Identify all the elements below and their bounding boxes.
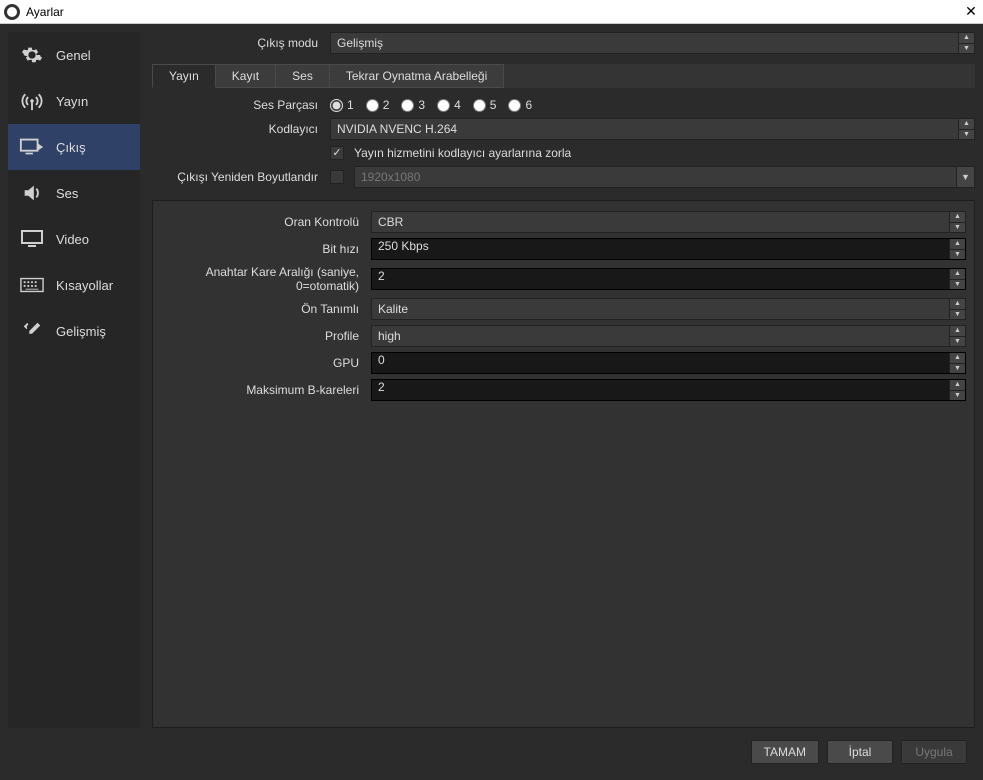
footer: TAMAM İptal Uygula <box>0 736 983 780</box>
audio-track-radios: 1 2 3 4 5 6 <box>330 98 532 112</box>
sidebar-item-stream[interactable]: Yayın <box>8 78 140 124</box>
output-icon <box>18 135 46 159</box>
rescale-checkbox[interactable] <box>330 170 344 184</box>
ok-button[interactable]: TAMAM <box>751 740 819 764</box>
audio-track-3[interactable]: 3 <box>401 98 425 112</box>
preset-label: Ön Tanımlı <box>161 302 365 316</box>
bframes-input[interactable]: 2 ▲▼ <box>371 379 966 401</box>
keyboard-icon <box>18 273 46 297</box>
audio-track-4[interactable]: 4 <box>437 98 461 112</box>
rescale-label: Çıkışı Yeniden Boyutlandır <box>152 170 324 184</box>
sidebar-item-video[interactable]: Video <box>8 216 140 262</box>
sidebar-item-audio[interactable]: Ses <box>8 170 140 216</box>
monitor-icon <box>18 227 46 251</box>
sidebar-item-label: Genel <box>56 48 91 63</box>
gpu-label: GPU <box>161 356 365 370</box>
speaker-icon <box>18 181 46 205</box>
sidebar-item-general[interactable]: Genel <box>8 32 140 78</box>
tab-record[interactable]: Kayıt <box>216 64 276 88</box>
profile-label: Profile <box>161 329 365 343</box>
encoder-value: NVIDIA NVENC H.264 <box>337 122 457 136</box>
profile-select[interactable]: high ▲▼ <box>371 325 966 347</box>
gpu-input[interactable]: 0 ▲▼ <box>371 352 966 374</box>
keyframe-label: Anahtar Kare Aralığı (saniye, 0=otomatik… <box>161 265 365 293</box>
tab-replay-buffer[interactable]: Tekrar Oynatma Arabelleği <box>330 64 504 88</box>
encoder-label: Kodlayıcı <box>152 122 324 136</box>
sidebar-item-label: Yayın <box>56 94 88 109</box>
rescale-select: 1920x1080 ▼ <box>354 166 975 188</box>
preset-select[interactable]: Kalite ▲▼ <box>371 298 966 320</box>
bitrate-label: Bit hızı <box>161 242 365 256</box>
encoder-select[interactable]: NVIDIA NVENC H.264 ▲▼ <box>330 118 975 140</box>
audio-track-label: Ses Parçası <box>152 98 324 112</box>
sidebar-item-advanced[interactable]: Gelişmiş <box>8 308 140 354</box>
keyframe-input[interactable]: 2 ▲▼ <box>371 268 966 290</box>
bframes-label: Maksimum B-kareleri <box>161 383 365 397</box>
gear-icon <box>18 43 46 67</box>
bitrate-input[interactable]: 250 Kbps ▲▼ <box>371 238 966 260</box>
sidebar-item-output[interactable]: Çıkış <box>8 124 140 170</box>
app-icon <box>4 4 20 20</box>
audio-track-6[interactable]: 6 <box>508 98 532 112</box>
close-icon[interactable]: ✕ <box>963 4 979 20</box>
select-spinner[interactable]: ▲▼ <box>958 33 974 53</box>
antenna-icon <box>18 89 46 113</box>
output-mode-value: Gelişmiş <box>337 36 383 50</box>
select-spinner[interactable]: ▲▼ <box>958 119 974 139</box>
tabs: Yayın Kayıt Ses Tekrar Oynatma Arabelleğ… <box>152 64 975 88</box>
titlebar: Ayarlar ✕ <box>0 0 983 24</box>
cancel-button[interactable]: İptal <box>827 740 893 764</box>
sidebar-item-label: Video <box>56 232 89 247</box>
enforce-label: Yayın hizmetini kodlayıcı ayarlarına zor… <box>354 146 571 160</box>
sidebar-item-label: Kısayollar <box>56 278 113 293</box>
rescale-value: 1920x1080 <box>361 170 420 184</box>
sidebar-item-label: Çıkış <box>56 140 86 155</box>
window-title: Ayarlar <box>26 5 963 19</box>
apply-button: Uygula <box>901 740 967 764</box>
enforce-checkbox[interactable] <box>330 146 344 160</box>
rate-control-select[interactable]: CBR ▲▼ <box>371 211 966 233</box>
sidebar-item-label: Gelişmiş <box>56 324 106 339</box>
tab-stream[interactable]: Yayın <box>152 64 216 88</box>
audio-track-2[interactable]: 2 <box>366 98 390 112</box>
sidebar-item-hotkeys[interactable]: Kısayollar <box>8 262 140 308</box>
audio-track-1[interactable]: 1 <box>330 98 354 112</box>
encoder-panel: Oran Kontrolü CBR ▲▼ Bit hızı 250 Kbps ▲… <box>152 200 975 728</box>
content: Çıkış modu Gelişmiş ▲▼ Yayın Kayıt Ses T… <box>152 32 975 728</box>
chevron-down-icon: ▼ <box>956 167 974 187</box>
tab-audio[interactable]: Ses <box>276 64 330 88</box>
rate-control-label: Oran Kontrolü <box>161 215 365 229</box>
sidebar: Genel Yayın Çıkış Ses Video <box>8 32 140 728</box>
output-mode-label: Çıkış modu <box>152 36 324 50</box>
sidebar-item-label: Ses <box>56 186 78 201</box>
output-mode-select[interactable]: Gelişmiş ▲▼ <box>330 32 975 54</box>
audio-track-5[interactable]: 5 <box>473 98 497 112</box>
tools-icon <box>18 319 46 343</box>
